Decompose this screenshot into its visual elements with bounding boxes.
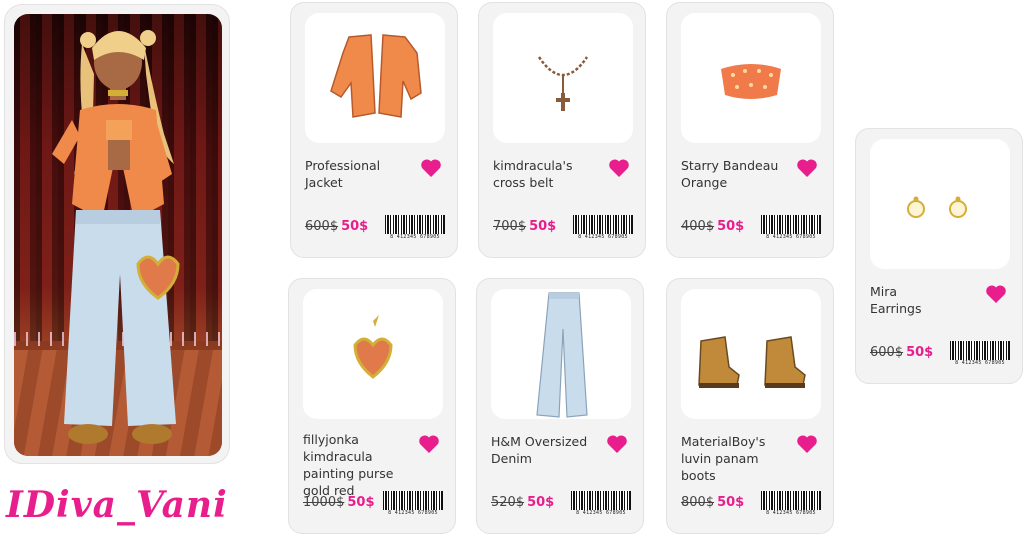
product-price: 800$ 50$ — [681, 495, 744, 510]
product-name-line: Mira — [870, 284, 898, 299]
product-name: Starry Bandeau Orange — [681, 157, 791, 191]
product-card[interactable]: kimdracula's cross belt 700$ 50$ 8 412345… — [478, 2, 646, 258]
barcode-number: 8 412345 678905 — [766, 234, 816, 240]
barcode-number: 8 412345 678905 — [390, 234, 440, 240]
product-card[interactable]: Starry Bandeau Orange 400$ 50$ 8 412345 6… — [666, 2, 834, 258]
product-name: kimdracula's cross belt — [493, 157, 603, 191]
product-name-line: Orange — [681, 175, 728, 190]
barcode: 8 412345 678905 — [761, 491, 821, 519]
product-image-jacket — [305, 13, 445, 143]
product-price: 700$ 50$ — [493, 219, 556, 234]
product-name: H&M Oversized Denim — [491, 433, 601, 467]
product-image-purse — [303, 289, 443, 419]
barcode: 8 412345 678905 — [761, 215, 821, 243]
sale-price: 50$ — [906, 345, 934, 360]
heart-icon[interactable] — [607, 156, 631, 180]
product-price: 600$ 50$ — [870, 345, 933, 360]
product-name-line: Denim — [491, 451, 532, 466]
product-name-line: Jacket — [305, 175, 343, 190]
product-card[interactable]: H&M Oversized Denim 520$ 50$ 8 412345 678… — [476, 278, 644, 534]
heart-icon[interactable] — [417, 432, 441, 456]
old-price: 600$ — [870, 345, 904, 360]
old-price: 600$ — [305, 219, 339, 234]
sale-price: 50$ — [341, 219, 369, 234]
old-price: 700$ — [493, 219, 527, 234]
product-name: Professional Jacket — [305, 157, 415, 191]
product-price: 600$ 50$ — [305, 219, 368, 234]
barcode: 8 412345 678905 — [383, 491, 443, 519]
barcode-number: 8 412345 678905 — [576, 510, 626, 516]
product-card[interactable]: MaterialBoy's luvin panam boots 800$ 50$ … — [666, 278, 834, 534]
old-price: 1000$ — [303, 495, 345, 510]
barcode-number: 8 412345 678905 — [578, 234, 628, 240]
product-image-boots — [681, 289, 821, 419]
product-image-denim — [491, 289, 631, 419]
product-name-line: Earrings — [870, 301, 922, 316]
product-name: Mira Earrings — [870, 283, 980, 317]
barcode-number: 8 412345 678905 — [388, 510, 438, 516]
barcode: 8 412345 678905 — [571, 491, 631, 519]
product-name: MaterialBoy's luvin panam boots — [681, 433, 791, 484]
product-name: fillyjonka kimdracula painting purse gol… — [303, 431, 413, 499]
sale-price: 50$ — [717, 219, 745, 234]
old-price: 800$ — [681, 495, 715, 510]
product-card[interactable]: fillyjonka kimdracula painting purse gol… — [288, 278, 456, 534]
avatar-card — [4, 4, 230, 464]
sale-price: 50$ — [529, 219, 557, 234]
product-image-bandeau — [681, 13, 821, 143]
old-price: 520$ — [491, 495, 525, 510]
product-name-line: painting purse — [303, 466, 394, 481]
heart-icon[interactable] — [795, 432, 819, 456]
barcode-number: 8 412345 678905 — [955, 360, 1005, 366]
product-name-line: MaterialBoy's — [681, 434, 766, 449]
heart-icon[interactable] — [795, 156, 819, 180]
product-name-line: Starry Bandeau — [681, 158, 779, 173]
outfit-page: IDiva_Vani Professional Jacket 600$ 50$ 8… — [0, 0, 1024, 535]
barcode-number: 8 412345 678905 — [766, 510, 816, 516]
product-price: 520$ 50$ — [491, 495, 554, 510]
product-name-line: H&M Oversized — [491, 434, 588, 449]
avatar-stage-image — [14, 14, 222, 456]
product-image-cross-belt — [493, 13, 633, 143]
sale-price: 50$ — [347, 495, 375, 510]
heart-icon[interactable] — [419, 156, 443, 180]
sale-price: 50$ — [527, 495, 555, 510]
sale-price: 50$ — [717, 495, 745, 510]
product-name-line: luvin panam boots — [681, 451, 759, 483]
heart-icon[interactable] — [605, 432, 629, 456]
avatar-figure — [52, 30, 180, 444]
product-card[interactable]: Professional Jacket 600$ 50$ 8 412345 678… — [290, 2, 458, 258]
barcode: 8 412345 678905 — [573, 215, 633, 243]
username-signature: IDiva_Vani — [6, 484, 228, 526]
product-name-line: cross belt — [493, 175, 554, 190]
product-name-line: fillyjonka kimdracula — [303, 432, 373, 464]
product-image-earrings — [870, 139, 1010, 269]
barcode: 8 412345 678905 — [385, 215, 445, 243]
product-price: 1000$ 50$ — [303, 495, 375, 510]
product-name-line: Professional — [305, 158, 381, 173]
product-price: 400$ 50$ — [681, 219, 744, 234]
heart-icon[interactable] — [984, 282, 1008, 306]
product-card[interactable]: Mira Earrings 600$ 50$ 8 412345 678905 — [855, 128, 1023, 384]
old-price: 400$ — [681, 219, 715, 234]
product-name-line: kimdracula's — [493, 158, 573, 173]
barcode: 8 412345 678905 — [950, 341, 1010, 369]
